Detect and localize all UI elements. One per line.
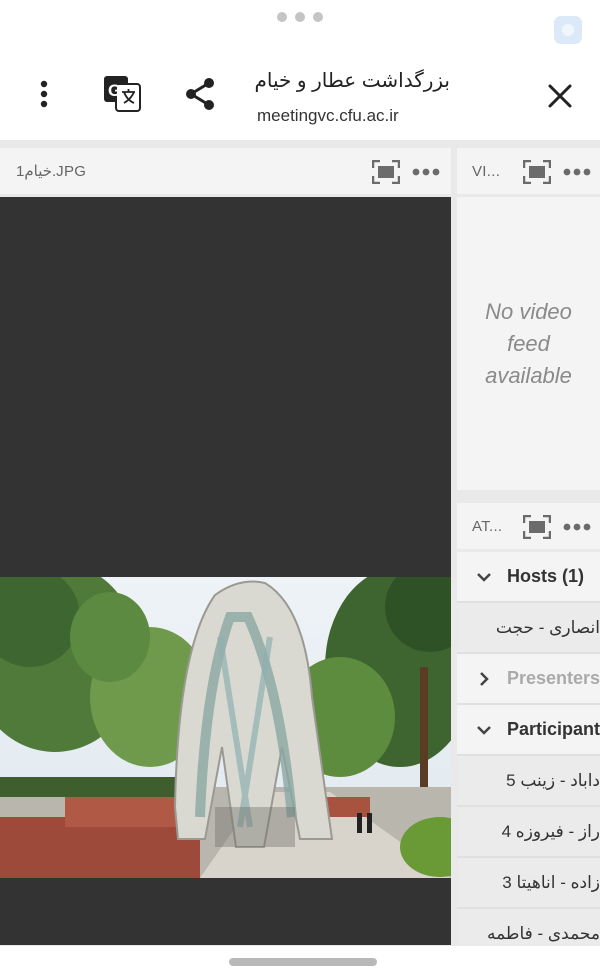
video-pod-title: VI... [472,162,501,180]
floating-app-icon[interactable] [554,16,582,44]
attendee-name: داباد - زینب 5 [506,770,600,790]
close-icon[interactable] [542,78,578,114]
share-pod-header: خیام1.JPG [0,148,451,194]
group-label: Presenters [507,668,600,688]
dot [313,12,323,22]
attendee-name: انصاری - حجت [495,617,600,637]
more-horizontal-icon[interactable] [561,515,593,539]
attendee-name: راز - فیروزه 4 [501,821,600,841]
more-horizontal-icon[interactable] [410,160,442,184]
gesture-nav-handle[interactable] [229,958,377,966]
page-url: meetingvc.cfu.ac.ir [257,106,399,125]
video-pod-body: No video feed available [457,197,600,490]
attendee-list[interactable]: Hosts (1) انصاری - حجت Presenters Partic… [457,552,600,945]
attendee-row[interactable]: انصاری - حجت [457,603,600,652]
window-drag-handle[interactable] [0,12,600,22]
browser-header: G بزرگداشت عطار و خیام meetingvc.cfu.ac.… [0,48,600,140]
google-translate-icon[interactable]: G [100,74,144,114]
svg-text:G: G [108,81,121,100]
attendees-pod-title: AT... [472,517,503,535]
video-pod-header: VI... [457,148,600,194]
attendee-row[interactable]: راز - فیروزه 4 [457,807,600,856]
fullscreen-icon[interactable] [370,158,402,186]
share-pod-stage [0,197,451,945]
attendee-name: زاده - اناهیتا 3 [502,872,600,892]
shared-image-khayyam-tomb [0,577,451,878]
no-video-message: No video feed available [485,298,572,388]
more-horizontal-icon[interactable] [561,160,593,184]
attendee-name: محمدی - فاطمه [486,923,600,943]
chevron-right-icon [480,671,489,686]
attendee-row[interactable]: داباد - زینب 5 [457,756,600,805]
dot [295,12,305,22]
share-icon[interactable] [180,74,220,114]
group-presenters[interactable]: Presenters [457,654,600,703]
group-label: Hosts (1) [507,566,585,586]
dot [277,12,287,22]
attendee-row[interactable]: زاده - اناهیتا 3 [457,858,600,907]
attendees-pod-header: AT... [457,503,600,549]
page-title: بزرگداشت عطار و خیام [254,70,450,92]
chevron-down-icon [477,725,491,735]
group-hosts[interactable]: Hosts (1) [457,552,600,601]
chevron-down-icon [477,572,491,582]
fullscreen-icon[interactable] [521,158,553,186]
share-pod-title: خیام1.JPG [16,163,87,180]
group-label: Participant [507,719,600,739]
more-vertical-icon[interactable] [28,76,60,112]
group-participants[interactable]: Participant [457,705,600,754]
attendee-row[interactable]: محمدی - فاطمه [457,909,600,945]
fullscreen-icon[interactable] [521,513,553,541]
